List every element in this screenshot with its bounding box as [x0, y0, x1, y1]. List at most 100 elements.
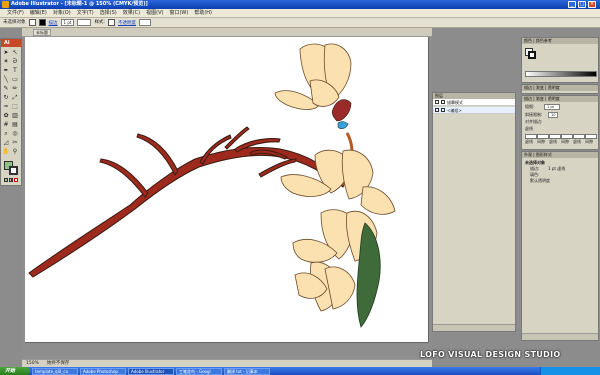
- layers-panel: 图层 描摹模式 <编组>: [432, 92, 516, 332]
- menu-window[interactable]: 窗口(W): [166, 9, 191, 18]
- direct-select-icon[interactable]: ↖: [11, 49, 19, 57]
- task-illustrator[interactable]: Adobe Illustrator: [128, 367, 174, 375]
- gap-cell[interactable]: 间隙: [537, 134, 549, 144]
- lasso-icon[interactable]: ᘐ: [11, 58, 19, 66]
- stroke-color-box[interactable]: [9, 166, 18, 175]
- start-button[interactable]: 开始: [0, 367, 30, 375]
- scissors-icon[interactable]: ✂: [11, 139, 19, 147]
- menu-effect[interactable]: 效果(C): [120, 9, 143, 18]
- stroke-swatch[interactable]: [38, 19, 46, 26]
- gradient-mode-icon[interactable]: [9, 178, 13, 182]
- selection-icon[interactable]: ➤: [2, 49, 10, 57]
- tab-gradient-2[interactable]: 渐变: [536, 96, 544, 101]
- document-tab-strip: [22, 28, 432, 37]
- window-title: Adobe Illustrator - [未标题-1 @ 150% (CMYK/…: [11, 1, 148, 7]
- dash-cell[interactable]: 虚线: [573, 134, 585, 144]
- lock-icon[interactable]: [441, 100, 445, 104]
- appearance-opacity-label: 默认透明度: [530, 178, 550, 183]
- blend-icon[interactable]: ◎: [11, 130, 19, 138]
- brush-dropdown[interactable]: [77, 19, 92, 26]
- tab-stroke-2[interactable]: 描边: [524, 96, 532, 101]
- pen-icon[interactable]: ✒: [2, 67, 10, 75]
- paintbrush-icon[interactable]: ✎: [2, 85, 10, 93]
- fill-swatch[interactable]: [28, 19, 36, 26]
- windows-taskbar: 开始 template_ql0_ca Adobe Photoshop Adobe…: [0, 367, 600, 375]
- menu-file[interactable]: 文件(F): [4, 9, 27, 18]
- maximize-button[interactable]: □: [578, 1, 586, 8]
- menu-edit[interactable]: 编辑(E): [27, 9, 50, 18]
- eye-icon[interactable]: [435, 108, 439, 112]
- dash-cell[interactable]: 虚线: [549, 134, 561, 144]
- dash-gap-fields: 虚线 间隙 虚线 间隙 虚线 间隙: [525, 134, 598, 144]
- rotate-icon[interactable]: ↻: [2, 94, 10, 102]
- menu-type[interactable]: 文字(T): [74, 9, 97, 18]
- tab-appearance[interactable]: 外观: [524, 152, 532, 157]
- opacity-field[interactable]: [138, 19, 151, 26]
- stroke-mini-tabs: 描边 | 渐变 | 透明度: [522, 85, 598, 91]
- stroke-mini-panel: 描边 | 渐变 | 透明度: [521, 84, 599, 94]
- none-mode-icon[interactable]: [14, 178, 18, 182]
- line-icon[interactable]: ╲: [2, 76, 10, 84]
- free-transform-icon[interactable]: ⬚: [11, 103, 19, 111]
- toolbox-panel: Ai ➤ ↖ ✶ ᘐ ✒ T ╲ ▭ ✎ ✏ ↻ ⤢ ≈ ⬚ ✿ ▥ # ▤ ⌕…: [0, 38, 22, 186]
- color-spectrum-bar[interactable]: [525, 71, 597, 77]
- canvas-area[interactable]: [22, 37, 432, 359]
- appearance-footer: [522, 333, 598, 340]
- menu-view[interactable]: 视图(V): [143, 9, 166, 18]
- type-icon[interactable]: T: [11, 67, 19, 75]
- minimize-button[interactable]: _: [568, 1, 576, 8]
- graph-icon[interactable]: ▥: [11, 112, 19, 120]
- warp-icon[interactable]: ≈: [2, 103, 10, 111]
- tab-stroke[interactable]: 描边: [524, 85, 532, 90]
- task-notepad[interactable]: 翻译 txt - 记事本: [224, 367, 270, 375]
- miter-field[interactable]: 10: [548, 112, 558, 118]
- tab-color-guide[interactable]: 颜色参考: [536, 38, 552, 43]
- slice-icon[interactable]: ◿: [2, 139, 10, 147]
- mesh-icon[interactable]: #: [2, 121, 10, 129]
- eyedropper-icon[interactable]: ⌕: [2, 130, 10, 138]
- group-row[interactable]: <编组>: [433, 107, 515, 114]
- dash-cell[interactable]: 虚线: [525, 134, 537, 144]
- task-google[interactable]: 工笔花鸟 - Googl: [176, 367, 222, 375]
- gradient-icon[interactable]: ▤: [11, 121, 19, 129]
- document-tab[interactable]: 未标题: [33, 29, 51, 36]
- selection-status: 未选择对象: [3, 19, 26, 25]
- save-state: 始终不保存: [46, 361, 70, 366]
- red-bud: [331, 99, 352, 129]
- menu-help[interactable]: 帮助(H): [191, 9, 215, 18]
- lock-icon[interactable]: [441, 108, 445, 112]
- weight-field[interactable]: 1 pt: [544, 104, 560, 110]
- layer-row[interactable]: 描摹模式: [433, 99, 515, 106]
- menu-object[interactable]: 对象(O): [50, 9, 74, 18]
- symbol-icon[interactable]: ✿: [2, 112, 10, 120]
- stroke-link[interactable]: 描边: [49, 20, 58, 26]
- menu-select[interactable]: 选择(S): [97, 9, 120, 18]
- scale-icon[interactable]: ⤢: [11, 94, 19, 102]
- zoom-level[interactable]: 150%: [26, 360, 39, 367]
- color-mode-icon[interactable]: [4, 178, 8, 182]
- style-swatch[interactable]: [107, 19, 115, 26]
- dashed-checkbox-label[interactable]: 虚线: [525, 126, 533, 131]
- task-photoshop[interactable]: Adobe Photoshop: [80, 367, 126, 375]
- rectangle-icon[interactable]: ▭: [11, 76, 19, 84]
- task-template[interactable]: template_ql0_ca: [32, 367, 78, 375]
- tab-graphic-styles[interactable]: 图形样式: [536, 152, 552, 157]
- appearance-fill-label: 填色:: [530, 172, 540, 177]
- gap-cell[interactable]: 间隙: [561, 134, 573, 144]
- zoom-icon[interactable]: ⚲: [11, 148, 19, 156]
- pencil-icon[interactable]: ✏: [11, 85, 19, 93]
- close-button[interactable]: ×: [588, 1, 596, 8]
- artboard[interactable]: [25, 37, 429, 343]
- color-stroke-chip[interactable]: [528, 51, 536, 59]
- tab-gradient[interactable]: 渐变: [536, 85, 544, 90]
- magnolia-artwork[interactable]: [25, 37, 429, 343]
- magic-wand-icon[interactable]: ✶: [2, 58, 10, 66]
- tab-transparency-2[interactable]: 透明度: [548, 96, 560, 101]
- tab-color[interactable]: 颜色: [524, 38, 532, 43]
- stroke-weight-field[interactable]: 1 pt: [60, 19, 75, 26]
- opacity-link[interactable]: 不透明度: [118, 20, 136, 26]
- tab-transparency[interactable]: 透明度: [548, 85, 560, 90]
- hand-icon[interactable]: ✋: [2, 148, 10, 156]
- eye-icon[interactable]: [435, 100, 439, 104]
- gap-cell[interactable]: 间隙: [585, 134, 597, 144]
